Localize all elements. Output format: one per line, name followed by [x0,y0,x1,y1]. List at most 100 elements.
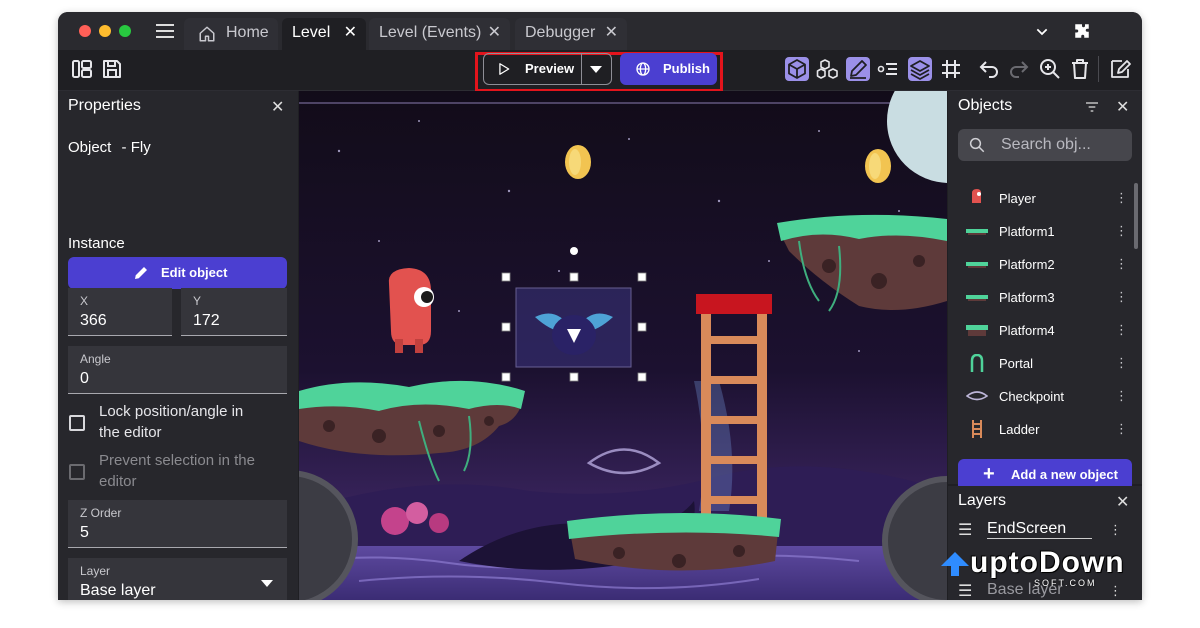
layer-select[interactable]: Layer Base layer [68,558,287,600]
redo-icon[interactable] [1007,57,1031,81]
preview-options-dropdown[interactable] [582,53,612,85]
delete-trash-icon[interactable] [1068,57,1092,81]
toolbar-divider [1098,56,1099,82]
scene-canvas[interactable] [299,91,947,600]
extension-puzzle-icon[interactable] [1073,22,1091,40]
tab-bar: Home Level ✕ Level (Events) ✕ Debugger ✕ [58,12,1142,50]
preview-button[interactable]: Preview [483,53,582,85]
publish-button-label: Publish [663,61,710,76]
prevent-label-line-1: Prevent selection in the [99,452,255,469]
more-vert-icon[interactable]: ⋮ [1115,388,1128,404]
tab-level[interactable]: Level ✕ [282,18,366,50]
objects-group-icon[interactable] [815,57,839,81]
prevent-selection-checkbox[interactable] [69,464,85,480]
tab-level-events[interactable]: Level (Events) ✕ [369,18,510,50]
more-vert-icon[interactable]: ⋮ [1115,190,1128,206]
platform-icon [966,295,988,301]
tab-home[interactable]: Home [184,18,278,50]
gdevelop-window: Home Level ✕ Level (Events) ✕ Debugger ✕ [58,12,1142,600]
object-item-portal[interactable]: Portal ⋮ [958,348,1134,378]
layers-icon[interactable] [908,57,932,81]
window-minimize-dot[interactable] [99,25,111,37]
more-vert-icon[interactable]: ⋮ [1115,289,1128,305]
layer-row-endscreen[interactable]: ☰ EndScreen ⋮ [958,519,1138,543]
pencil-icon [135,267,147,279]
x-position-field[interactable]: X 366 [68,288,172,336]
window-close-dot[interactable] [79,25,91,37]
x-value: 366 [80,312,107,329]
tab-debugger[interactable]: Debugger ✕ [515,18,627,50]
properties-close-icon[interactable]: ✕ [271,97,284,117]
edit-object-label: Edit object [161,265,228,280]
platform-icon [966,325,988,336]
object-prefix: Object [68,139,112,156]
tab-debugger-close-icon[interactable]: ✕ [605,18,618,48]
grid-icon[interactable] [939,57,963,81]
chevron-down-icon[interactable] [1034,24,1050,40]
checkpoint-icon [966,391,988,401]
edit-pencil-icon[interactable] [846,57,870,81]
zoom-icon[interactable] [1038,57,1062,81]
z-order-field[interactable]: Z Order 5 [68,500,287,548]
game-scene-illustration [299,91,947,600]
search-placeholder: Search obj... [1001,136,1091,153]
edit-object-button[interactable]: Edit object [68,257,287,289]
objects-search-input[interactable]: Search obj... [958,129,1132,161]
object-label: Portal [999,356,1033,371]
objects-scrollbar[interactable] [1134,183,1138,249]
more-vert-icon[interactable]: ⋮ [1115,256,1128,272]
object-item-checkpoint[interactable]: Checkpoint ⋮ [958,381,1134,411]
more-vert-icon[interactable]: ⋮ [1115,322,1128,338]
panels-layout-icon[interactable] [70,57,94,81]
object-name: - Fly [121,139,151,156]
caret-down-icon [590,66,602,73]
object-item-platform2[interactable]: Platform2 ⋮ [958,249,1134,279]
save-icon[interactable] [100,57,124,81]
layer-label: Layer [80,564,111,578]
prevent-label-line-2: editor [99,473,137,490]
layers-close-icon[interactable]: ✕ [1116,492,1129,512]
publish-button[interactable]: Publish [620,53,717,85]
object-item-ladder[interactable]: Ladder ⋮ [958,414,1134,444]
more-vert-icon[interactable]: ⋮ [1115,355,1128,371]
tab-level-events-close-icon[interactable]: ✕ [488,18,501,48]
tab-level-close-icon[interactable]: ✕ [344,18,357,48]
instances-list-icon[interactable] [876,57,900,81]
layers-title: Layers [958,492,1007,509]
y-label: Y [193,294,202,308]
object-name-line: Object - Fly [68,139,151,156]
objects-panel: Objects ✕ Search obj... Player ⋮ Platfor… [948,91,1142,491]
more-vert-icon[interactable]: ⋮ [1109,522,1122,538]
z-order-value: 5 [80,524,89,541]
globe-icon [636,62,650,76]
home-icon [199,26,215,42]
object-label: Platform1 [999,224,1055,239]
objects-close-icon[interactable]: ✕ [1116,97,1129,117]
object-label: Checkpoint [999,389,1065,404]
object-item-platform4[interactable]: Platform4 ⋮ [958,315,1134,345]
properties-panel: Properties ✕ Object - Fly Edit object In… [58,91,298,600]
undo-icon[interactable] [977,57,1001,81]
object-item-player[interactable]: Player ⋮ [958,183,1134,213]
watermark-sub: SOFT.COM [1034,578,1097,588]
3d-object-icon[interactable] [785,57,809,81]
object-item-platform1[interactable]: Platform1 ⋮ [958,216,1134,246]
uptodown-logo-icon [941,552,969,576]
platform-icon [966,262,988,268]
filter-icon[interactable] [1084,99,1100,115]
player-icon [972,189,981,203]
lock-position-checkbox[interactable] [69,415,85,431]
lock-label-line-2: the editor [99,424,162,441]
edit-properties-icon[interactable] [1108,57,1132,81]
window-maximize-dot[interactable] [119,25,131,37]
angle-field[interactable]: Angle 0 [68,346,287,394]
y-position-field[interactable]: Y 172 [181,288,287,336]
layer-value: Base layer [80,582,156,599]
object-item-platform3[interactable]: Platform3 ⋮ [958,282,1134,312]
more-vert-icon[interactable]: ⋮ [1115,421,1128,437]
hamburger-menu-icon[interactable] [156,24,174,38]
drag-handle-icon[interactable]: ☰ [958,520,972,540]
play-icon [499,63,510,75]
more-vert-icon[interactable]: ⋮ [1115,223,1128,239]
instance-heading: Instance [68,235,125,252]
